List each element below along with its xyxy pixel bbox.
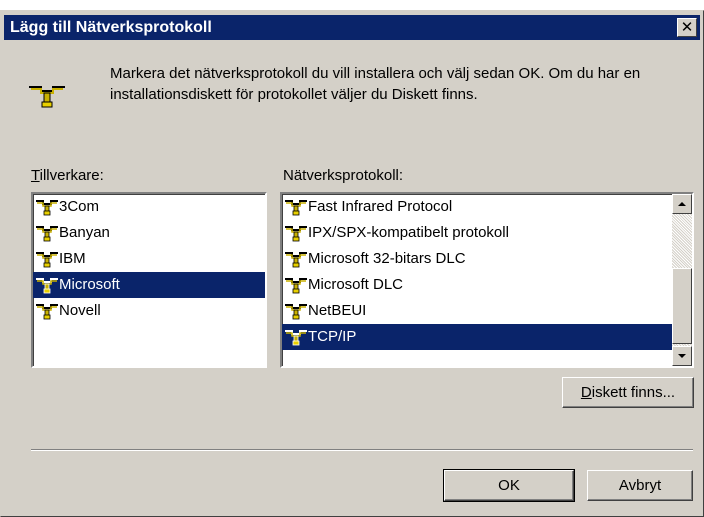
list-item[interactable]: Fast Infrared Protocol (282, 194, 672, 220)
close-icon: ✕ (680, 19, 694, 36)
instruction-text: Markera det nätverksprotokoll du vill in… (110, 65, 641, 103)
add-network-protocol-dialog: Lägg till Nätverksprotokoll ✕ Markera de… (0, 10, 704, 517)
manufacturers-label: Tillverkare: (31, 167, 104, 184)
scroll-thumb[interactable] (672, 268, 692, 344)
manufacturers-label-mnemonic: T (31, 167, 40, 184)
list-item-selected[interactable]: TCP/IP (282, 324, 672, 350)
list-item-label: Microsoft DLC (308, 276, 404, 293)
network-protocol-icon (36, 278, 58, 294)
network-protocol-icon (285, 226, 307, 242)
list-item[interactable]: IBM (33, 246, 265, 272)
protocols-list-items: Fast Infrared Protocol IPX/SPX-kompatibe… (282, 194, 672, 350)
scroll-up-button[interactable] (672, 194, 692, 214)
list-item[interactable]: NetBEUI (282, 298, 672, 324)
ok-button[interactable]: OK (443, 469, 575, 502)
network-protocol-icon (36, 304, 58, 320)
network-protocol-icon (36, 200, 58, 216)
list-item-label: Microsoft (59, 276, 120, 293)
list-item[interactable]: Microsoft 32-bitars DLC (282, 246, 672, 272)
network-protocol-icon (285, 304, 307, 320)
list-item-label: Novell (59, 302, 101, 319)
list-item[interactable]: Banyan (33, 220, 265, 246)
list-item[interactable]: Microsoft DLC (282, 272, 672, 298)
list-item[interactable]: 3Com (33, 194, 265, 220)
network-protocol-icon (285, 252, 307, 268)
vertical-scrollbar[interactable] (672, 194, 692, 366)
protocols-list[interactable]: Fast Infrared Protocol IPX/SPX-kompatibe… (280, 192, 694, 368)
dialog-title: Lägg till Nätverksprotokoll (10, 19, 212, 36)
network-protocol-icon (36, 252, 58, 268)
have-disk-mnemonic: D (580, 384, 592, 401)
arrow-up-icon (678, 202, 686, 206)
scroll-down-button[interactable] (672, 346, 692, 366)
list-item-label: IPX/SPX-kompatibelt protokoll (308, 224, 509, 241)
network-protocol-icon (36, 226, 58, 242)
cancel-button[interactable]: Avbryt (587, 470, 693, 501)
list-item-label: Microsoft 32-bitars DLC (308, 250, 466, 267)
separator (31, 449, 693, 451)
network-protocol-icon (29, 86, 65, 108)
list-item-label: Fast Infrared Protocol (308, 198, 453, 215)
list-item[interactable]: IPX/SPX-kompatibelt protokoll (282, 220, 672, 246)
network-protocol-icon (285, 278, 307, 294)
list-item-label: IBM (59, 250, 86, 267)
list-item-label: Banyan (59, 224, 110, 241)
list-item-label: TCP/IP (308, 328, 357, 345)
list-item[interactable]: Novell (33, 298, 265, 324)
manufacturers-list[interactable]: 3Com Banyan IBM Microsoft Novell (31, 192, 267, 368)
network-protocol-icon (285, 200, 307, 216)
list-item-selected[interactable]: Microsoft (33, 272, 265, 298)
protocols-label: Nätverksprotokoll: (283, 167, 404, 184)
arrow-down-icon (678, 354, 686, 358)
have-disk-button[interactable]: Diskett finns... (562, 377, 694, 408)
list-item-label: 3Com (59, 198, 100, 215)
have-disk-label: iskett finns... (591, 384, 676, 401)
list-item-label: NetBEUI (308, 302, 367, 319)
close-button[interactable]: ✕ (677, 18, 697, 37)
manufacturers-label-rest: illverkare: (39, 167, 104, 184)
network-protocol-icon (285, 330, 307, 346)
title-bar[interactable]: Lägg till Nätverksprotokoll ✕ (4, 15, 700, 40)
